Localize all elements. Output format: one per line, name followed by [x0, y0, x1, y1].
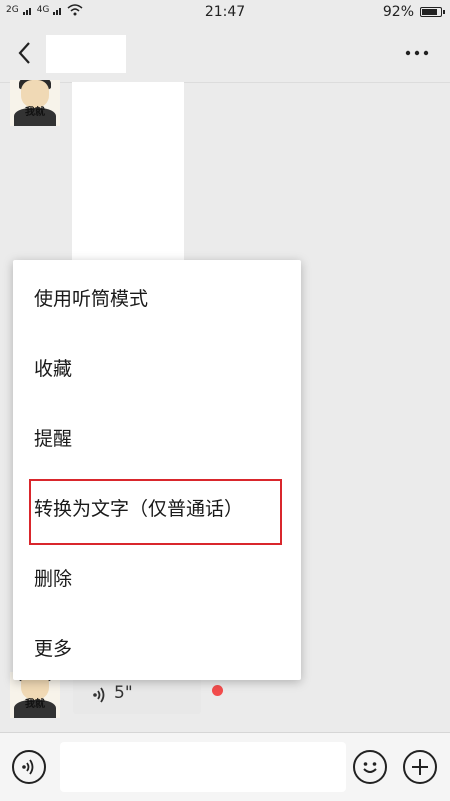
menu-item-delete[interactable]: 删除 [13, 540, 301, 610]
emoji-icon[interactable] [353, 750, 387, 784]
menu-item-label: 更多 [34, 638, 73, 660]
menu-item-favorite[interactable]: 收藏 [13, 330, 301, 400]
menu-item-label: 删除 [34, 568, 73, 590]
avatar[interactable]: 我就 [10, 80, 60, 126]
battery-fill [422, 9, 437, 15]
menu-item-label: 收藏 [34, 358, 73, 380]
battery-percent: 92% [382, 4, 414, 20]
voice-duration: 5" [114, 683, 133, 703]
message-bubble[interactable] [72, 82, 184, 264]
status-bar: 2G 4G 21:47 92% [0, 0, 450, 24]
message-input[interactable] [60, 742, 346, 792]
context-menu: 使用听筒模式 收藏 提醒 转换为文字（仅普通话） 删除 更多 [13, 260, 301, 680]
highlight-box [29, 479, 282, 545]
voice-message-bubble[interactable]: 5" [73, 676, 201, 714]
menu-item-earpiece-mode[interactable]: 使用听筒模式 [13, 260, 301, 330]
more-dots-icon[interactable] [404, 46, 430, 60]
chat-title [46, 35, 126, 73]
input-bar [0, 732, 450, 801]
battery-status: 92% [382, 4, 445, 20]
avatar-caption: 我就 [25, 107, 45, 118]
menu-item-remind[interactable]: 提醒 [13, 400, 301, 470]
voice-wave-icon [93, 687, 105, 703]
voice-icon[interactable] [12, 750, 46, 784]
nav-bar [0, 24, 450, 83]
chevron-left-icon[interactable] [14, 40, 36, 66]
plus-icon[interactable] [403, 750, 437, 784]
avatar-head [21, 80, 49, 108]
unread-dot [212, 685, 223, 696]
menu-item-label: 使用听筒模式 [34, 288, 149, 310]
battery-icon [420, 7, 445, 17]
menu-item-label: 提醒 [34, 428, 73, 450]
avatar-caption: 我就 [25, 699, 45, 710]
menu-item-more[interactable]: 更多 [13, 610, 301, 680]
